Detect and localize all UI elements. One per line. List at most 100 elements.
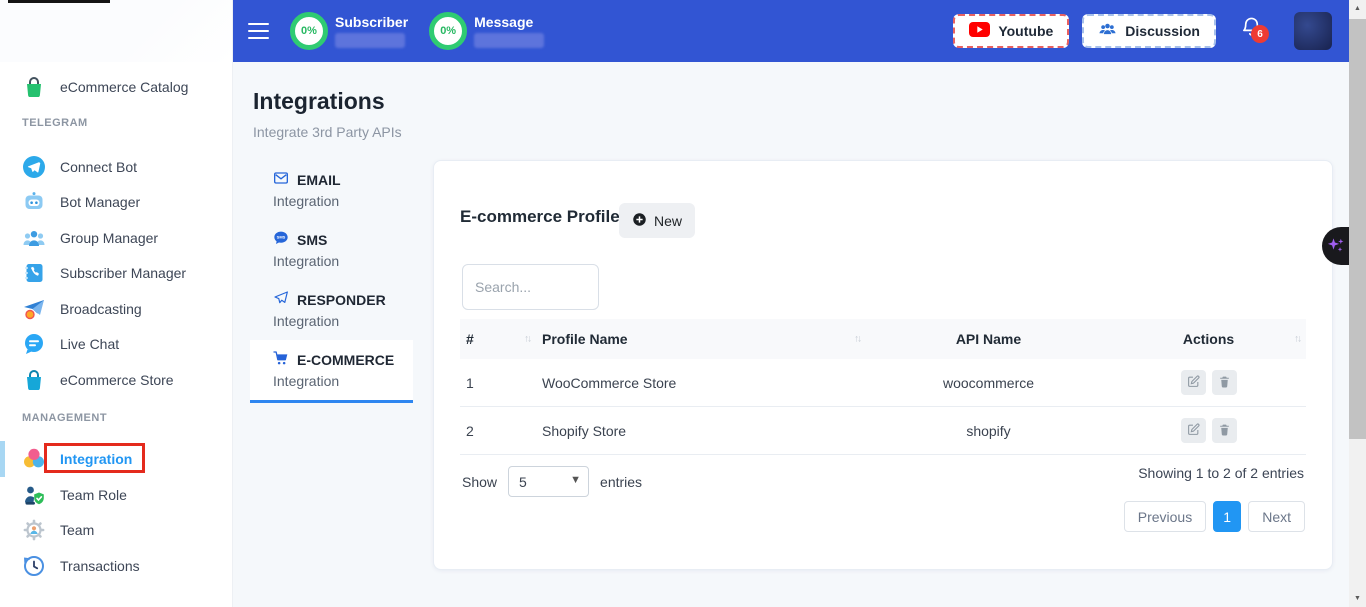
svg-text:SMS: SMS (277, 235, 286, 240)
trash-icon (1218, 423, 1231, 439)
tab-sublabel: Integration (273, 372, 413, 391)
edit-icon (1187, 423, 1200, 439)
sidebar-item-bot-manager[interactable]: Bot Manager (0, 185, 232, 221)
subscriber-progress-circle: 0% (290, 12, 328, 50)
vertical-scrollbar[interactable]: ▲ ▼ (1349, 0, 1366, 607)
sidebar-item-ecommerce-store[interactable]: eCommerce Store (0, 362, 232, 398)
subscriber-count-redacted (335, 33, 405, 48)
sidebar-item-subscriber-manager[interactable]: Subscriber Manager (0, 256, 232, 292)
chat-bubble-icon (22, 332, 46, 356)
tab-sms-integration[interactable]: SMS SMS Integration (250, 220, 413, 280)
sidebar-item-team-role[interactable]: Team Role (0, 477, 232, 513)
next-page-button[interactable]: Next (1248, 501, 1305, 532)
sidebar-item-ecommerce-catalog[interactable]: eCommerce Catalog (0, 69, 232, 105)
sidebar-item-label: Integration (60, 451, 132, 467)
column-header-profile-name[interactable]: Profile Name↑↓ (536, 319, 866, 359)
sidebar-item-live-chat[interactable]: Live Chat (0, 327, 232, 363)
shopping-bag-blue-icon (22, 368, 46, 392)
previous-page-button[interactable]: Previous (1124, 501, 1206, 532)
column-header-num[interactable]: #↑↓ (460, 319, 536, 359)
ecommerce-profile-card: E-commerce Profile New #↑↓ Profile Name↑… (433, 160, 1333, 570)
edit-button[interactable] (1181, 370, 1206, 395)
sms-bubble-icon: SMS (273, 230, 289, 251)
sidebar-item-broadcasting[interactable]: Broadcasting (0, 291, 232, 327)
scroll-down-icon[interactable]: ▼ (1349, 590, 1366, 607)
sidebar-item-group-manager[interactable]: Group Manager (0, 220, 232, 256)
sidebar-section-telegram: TELEGRAM (0, 105, 232, 141)
row-number: 1 (460, 359, 536, 406)
new-profile-button[interactable]: New (619, 203, 695, 238)
sidebar-item-label: Team (60, 522, 94, 538)
show-label: Show (462, 474, 497, 490)
discussion-button-label: Discussion (1125, 23, 1200, 39)
discussion-button[interactable]: Discussion (1082, 14, 1216, 48)
tab-ecommerce-integration[interactable]: E-COMMERCE Integration (250, 340, 413, 403)
page-subtitle: Integrate 3rd Party APIs (253, 124, 402, 140)
main-content: Integrations Integrate 3rd Party APIs EM… (233, 62, 1349, 607)
sidebar-item-label: eCommerce Catalog (60, 79, 188, 95)
sidebar: eCommerce Catalog TELEGRAM Connect Bot B… (0, 0, 233, 607)
tab-responder-integration[interactable]: RESPONDER Integration (250, 280, 413, 340)
broadcast-plane-icon (22, 297, 46, 321)
sidebar-item-label: Group Manager (60, 230, 158, 246)
sidebar-item-connect-bot[interactable]: Connect Bot (0, 149, 232, 185)
sidebar-section-management: MANAGEMENT (0, 400, 232, 436)
message-stat: 0% Message (429, 12, 544, 50)
table-header-row: #↑↓ Profile Name↑↓ API Name Actions↑↓ (460, 319, 1306, 359)
tab-email-integration[interactable]: EMAIL Integration (250, 160, 413, 220)
tab-sublabel: Integration (273, 192, 413, 211)
notification-badge: 6 (1251, 25, 1269, 43)
sort-icon[interactable]: ↑↓ (854, 334, 860, 345)
scrollbar-thumb[interactable] (1349, 19, 1366, 439)
sidebar-item-label: Bot Manager (60, 194, 140, 210)
sort-icon[interactable]: ↑↓ (1294, 334, 1300, 345)
robot-icon (22, 190, 46, 214)
column-header-actions[interactable]: Actions↑↓ (1111, 319, 1306, 359)
paper-plane-icon (273, 290, 289, 311)
color-circles-icon (22, 447, 46, 471)
notification-bell[interactable]: 6 (1240, 16, 1266, 46)
message-progress-circle: 0% (429, 12, 467, 50)
tab-sublabel: Integration (273, 312, 413, 331)
envelope-icon (273, 170, 289, 191)
sidebar-item-label: Live Chat (60, 336, 119, 352)
active-item-indicator (0, 441, 5, 477)
search-input[interactable] (462, 264, 599, 310)
logo-redaction-line (8, 0, 110, 3)
message-count-redacted (474, 33, 544, 48)
sidebar-item-team[interactable]: Team (0, 513, 232, 549)
edit-button[interactable] (1181, 418, 1206, 443)
topbar: 0% Subscriber 0% Message Youtube Discuss… (233, 0, 1349, 62)
user-avatar[interactable] (1294, 12, 1332, 50)
entries-label: entries (600, 474, 642, 490)
integration-subnav: EMAIL Integration SMS SMS Integration RE… (250, 160, 413, 403)
tab-sublabel: Integration (273, 252, 413, 271)
hamburger-menu-icon[interactable] (248, 23, 269, 40)
youtube-button[interactable]: Youtube (953, 14, 1069, 48)
sidebar-item-integration[interactable]: Integration (0, 442, 232, 478)
profiles-table: #↑↓ Profile Name↑↓ API Name Actions↑↓ 1 … (460, 319, 1306, 455)
users-group-icon (22, 226, 46, 250)
message-percent: 0% (440, 25, 456, 37)
sort-icon[interactable]: ↑↓ (524, 334, 530, 345)
tab-label: E-COMMERCE (297, 351, 394, 370)
youtube-icon (969, 22, 990, 40)
row-number: 2 (460, 407, 536, 454)
page-size-select[interactable]: 5 (508, 466, 589, 497)
profile-name-cell: Shopify Store (536, 407, 866, 454)
edit-icon (1187, 375, 1200, 391)
showing-entries-text: Showing 1 to 2 of 2 entries (1138, 465, 1304, 481)
role-shield-icon (22, 483, 46, 507)
table-row: 1 WooCommerce Store woocommerce (460, 359, 1306, 407)
scroll-up-icon[interactable]: ▲ (1349, 0, 1366, 17)
shopping-cart-icon (273, 350, 289, 371)
api-name-cell: woocommerce (866, 359, 1111, 406)
delete-button[interactable] (1212, 418, 1237, 443)
profile-name-cell: WooCommerce Store (536, 359, 866, 406)
delete-button[interactable] (1212, 370, 1237, 395)
column-header-api-name[interactable]: API Name (866, 319, 1111, 359)
current-page-button[interactable]: 1 (1213, 501, 1241, 532)
sidebar-item-transactions[interactable]: Transactions (0, 548, 232, 584)
contact-book-icon (22, 261, 46, 285)
actions-cell (1111, 407, 1306, 454)
